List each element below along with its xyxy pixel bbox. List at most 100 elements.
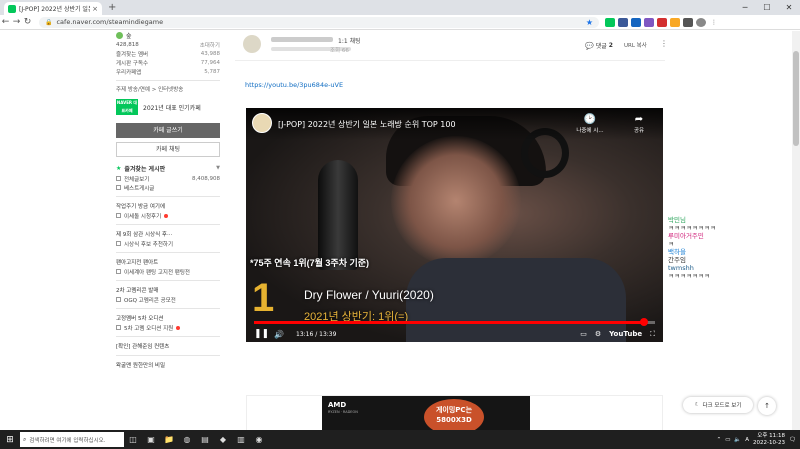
url-field[interactable]: 🔒 cafe.naver.com/steamindiegame ★ (39, 16, 599, 28)
ad-banner[interactable]: AMD RYZEN · RADEON 게이밍PC는 5800X3D (246, 395, 663, 430)
ad-image[interactable]: AMD RYZEN · RADEON 게이밍PC는 5800X3D (322, 396, 530, 430)
menu-label: OGQ 고멤리콘 공모전 (124, 297, 176, 304)
close-window-button[interactable]: ✕ (778, 0, 800, 15)
windows-start-icon[interactable]: ⊞ (0, 435, 20, 445)
settings-gear-icon[interactable]: ⚙ (595, 330, 601, 338)
menu-label: 이세돌 시청후기 (124, 213, 162, 220)
app-chrome-icon[interactable]: ◉ (250, 435, 268, 444)
url-copy-button[interactable]: URL 복사 (624, 41, 647, 49)
network-icon[interactable]: ▭ (725, 437, 730, 443)
cafe-chat-button[interactable]: 카페 채팅 (116, 142, 220, 157)
speaker-icon[interactable]: 🔈 (734, 437, 741, 443)
dark-mode-button[interactable]: ☾ 다크 모드로 보기 (683, 397, 753, 413)
minimize-button[interactable]: ─ (734, 0, 756, 15)
fullscreen-icon[interactable]: ⛶ (650, 330, 655, 339)
clock-time: 오후 11:18 (757, 432, 786, 439)
scrubber-handle[interactable] (639, 318, 648, 326)
category-header[interactable]: 작업주기 방금 여기에 (116, 201, 220, 211)
stat-value: 77,964 (200, 59, 220, 66)
stat-row: 428,818 초대하기 (116, 40, 220, 49)
forward-icon[interactable]: → (11, 17, 22, 27)
rank-icon (116, 32, 123, 39)
puzzle-icon[interactable] (683, 17, 693, 27)
amd-logo: AMD (328, 401, 347, 409)
taskbar-clock[interactable]: 오후 11:18 2022-10-23 (753, 433, 785, 447)
more-options-icon[interactable]: ⋮ (660, 39, 668, 48)
comments-button[interactable]: 💬 댓글 2 (585, 41, 613, 51)
board-icon (116, 213, 121, 218)
app-explorer-icon[interactable]: ▥ (232, 435, 250, 444)
app-edge-icon[interactable]: ◍ (178, 435, 196, 444)
category-header[interactable]: 팬아고지전 팬아트 (116, 257, 220, 267)
list-item[interactable]: OGQ 고멤리콘 공모전 (116, 295, 220, 304)
reload-icon[interactable]: ↻ (22, 17, 33, 27)
category-header[interactable]: [확인] 관해준임 컨텐츠 (116, 341, 220, 351)
extension-3-icon[interactable] (631, 17, 641, 27)
extension-2-icon[interactable] (618, 17, 628, 27)
close-tab-icon[interactable]: × (92, 5, 98, 13)
category-header[interactable]: 왁굴맨 원한만의 비밀 (116, 360, 220, 370)
browser-tab[interactable]: [J-POP] 2022년 상반기 일본 × (4, 2, 102, 15)
list-item[interactable]: 이세계아 팬팅 고지전 팬팅전 (116, 267, 220, 276)
menu-label: 베스트게시글 (124, 185, 155, 192)
ime-indicator[interactable]: A (745, 437, 749, 443)
app-vscode-icon[interactable]: ◆ (214, 435, 232, 444)
app-folder-icon[interactable]: 📁 (160, 435, 178, 444)
list-item[interactable]: 시상식 후보 추천하기 (116, 239, 220, 248)
category-header[interactable]: 제 9회 삼관 시상식 후··· (116, 229, 220, 239)
share-icon: ➦ (634, 114, 644, 125)
category-header[interactable]: 2차 고멤리콘 발매 (116, 285, 220, 295)
list-item[interactable]: 5차 고멤 오디션 지원 (116, 323, 220, 332)
progress-bar[interactable] (254, 318, 655, 326)
new-tab-button[interactable]: + (108, 2, 116, 13)
scrollbar[interactable] (792, 31, 800, 430)
scrollbar-thumb[interactable] (793, 51, 799, 146)
youtube-player[interactable]: [J-POP] 2022년 상반기 일본 노래방 순위 TOP 100 🕑 나중… (246, 108, 663, 342)
extension-4-icon[interactable] (644, 17, 654, 27)
app-game-icon[interactable]: ▣ (142, 435, 160, 444)
menu-kebab-icon[interactable]: ⋮ (709, 18, 719, 27)
member-count: 428,818 (116, 41, 139, 48)
channel-avatar[interactable] (252, 113, 272, 133)
video-title[interactable]: [J-POP] 2022년 상반기 일본 노래방 순위 TOP 100 (278, 119, 456, 130)
one-on-one-chat-button[interactable]: 1:1 채팅 (338, 36, 361, 45)
comments-count: 2 (608, 42, 613, 49)
menu-item-all[interactable]: 전체글보기 8,408,908 (116, 174, 220, 183)
bookmark-star-icon[interactable]: ★ (586, 18, 593, 27)
extension-6-icon[interactable] (670, 17, 680, 27)
volume-icon[interactable]: 🔊 (274, 330, 288, 339)
taskbar-search[interactable]: ⌕ 검색하려면 여기에 입력하십시오. (20, 432, 124, 447)
back-icon[interactable]: ← (0, 17, 11, 27)
scroll-to-top-button[interactable]: ↑ (758, 397, 776, 415)
menu-item-best[interactable]: 베스트게시글 (116, 183, 220, 192)
subtitles-icon[interactable]: ▭ (580, 330, 587, 338)
watch-later-button[interactable]: 🕑 나중에 시... (561, 114, 619, 134)
maximize-button[interactable]: ☐ (756, 0, 778, 15)
list-item[interactable]: 이세돌 시청후기 (116, 211, 220, 220)
pause-icon[interactable]: ❚❚ (254, 329, 269, 339)
divider (116, 280, 220, 281)
write-post-button[interactable]: 카페 글쓰기 (116, 123, 220, 138)
new-dot-icon (164, 213, 169, 218)
naver-favicon-icon (8, 4, 16, 13)
avatar[interactable] (243, 35, 261, 53)
share-button[interactable]: ➦ 공유 (624, 114, 654, 134)
promo-badge: 게이밍PC는 5800X3D (424, 399, 484, 430)
youtube-link[interactable]: https://youtu.be/3pu684e-uVE (245, 81, 343, 89)
notification-icon[interactable]: 🗨 (789, 437, 796, 443)
youtube-logo[interactable]: YouTube (609, 330, 642, 338)
share-label: 공유 (633, 128, 645, 134)
task-view-icon[interactable]: ◫ (124, 435, 142, 444)
profile-avatar[interactable] (696, 17, 706, 27)
chevron-down-icon[interactable]: ▼ (216, 165, 220, 171)
app-store-icon[interactable]: ▤ (196, 435, 214, 444)
board-icon (116, 297, 121, 302)
comments-label: 댓글 (595, 43, 607, 50)
category-header[interactable]: 고정멤버 5차 오디션 (116, 313, 220, 323)
popular-cafe-badge: NAVER 대표카페 2021년 대표 인기카페 (116, 97, 220, 117)
favorite-boards-header[interactable]: ★ 즐겨찾는 게시판 ▼ (116, 162, 220, 174)
extension-1-icon[interactable] (605, 17, 615, 27)
tray-up-icon[interactable]: ⌃ (717, 437, 722, 443)
invite-link[interactable]: 초대하기 (200, 41, 220, 49)
extension-5-icon[interactable] (657, 17, 667, 27)
